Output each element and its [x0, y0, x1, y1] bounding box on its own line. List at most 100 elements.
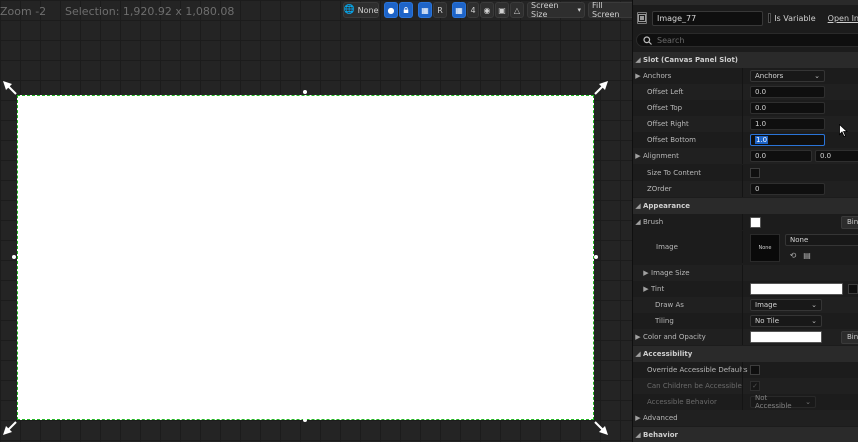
- anchor-bottom-left-icon[interactable]: [3, 421, 17, 435]
- image-button[interactable]: ▣: [495, 2, 509, 18]
- property-offset-left: Offset Left 0.0: [633, 84, 858, 100]
- image-tools: ⟲ ▤: [788, 250, 812, 260]
- alignment-x-input[interactable]: 0.0: [750, 150, 812, 162]
- respect-locks-toggle[interactable]: ●: [384, 2, 398, 18]
- image-icon: ▣: [498, 5, 506, 15]
- viewport-toolbar: 🌐 None ● ▦ R ▦ 4 ◉ ▣ △ Screen Size ▾ Fil…: [343, 1, 632, 19]
- chevron-right-icon[interactable]: ▶: [641, 285, 651, 293]
- brush-bind-button[interactable]: Bind: [841, 215, 858, 229]
- draw-as-dropdown[interactable]: Image ⌄: [750, 299, 822, 311]
- details-search-box[interactable]: [636, 33, 858, 47]
- anchor-top-right-icon[interactable]: [594, 81, 608, 95]
- tint-color-swatch[interactable]: [750, 283, 843, 295]
- is-variable-checkbox[interactable]: [768, 13, 772, 23]
- property-zorder: ZOrder 0: [633, 181, 858, 197]
- widget-name-input[interactable]: [652, 10, 763, 26]
- property-anchors: ▶ Anchors Anchors ⌄: [633, 68, 858, 84]
- property-offset-right: Offset Right 1.0: [633, 116, 858, 132]
- zorder-input[interactable]: 0: [750, 183, 825, 195]
- property-tint: ▶ Tint: [633, 281, 858, 297]
- grid-size-value[interactable]: 4: [467, 2, 479, 18]
- property-image: Image None None ⟲ ▤: [633, 231, 858, 263]
- property-draw-as: Draw As Image ⌄: [633, 297, 858, 313]
- localization-preview-button[interactable]: 🌐 None: [343, 2, 379, 18]
- open-in-link[interactable]: Open In: [828, 14, 858, 23]
- warning-icon: △: [513, 5, 521, 15]
- camera-button[interactable]: ◉: [480, 2, 494, 18]
- property-override-accessible: Override Accessible Defaults: [633, 362, 858, 378]
- circle-icon: ●: [387, 5, 395, 15]
- chevron-down-icon: ▾: [577, 6, 581, 14]
- reset-arrow-icon[interactable]: ⟲: [788, 250, 798, 260]
- section-slot[interactable]: ◢ Slot (Canvas Panel Slot): [633, 52, 858, 68]
- lock-icon: [403, 7, 409, 13]
- grid-snap-toggle[interactable]: ▦: [452, 2, 466, 18]
- resize-handle-bottom[interactable]: [303, 418, 307, 422]
- search-icon: [643, 35, 652, 45]
- color-bind-button[interactable]: Bind: [841, 330, 858, 344]
- chevron-down-icon[interactable]: ◢: [633, 218, 643, 226]
- grid-icon: ▦: [455, 5, 463, 15]
- chevron-down-icon: ◢: [635, 431, 641, 439]
- warning-button[interactable]: △: [510, 2, 524, 18]
- property-size-to-content: Size To Content: [633, 165, 858, 181]
- none-label: None: [357, 5, 379, 15]
- chevron-right-icon[interactable]: ▶: [633, 72, 643, 80]
- children-accessible-checkbox: ✓: [750, 381, 760, 391]
- camera-icon: ◉: [483, 5, 491, 15]
- details-tab-strip: [633, 0, 858, 5]
- chevron-right-icon[interactable]: ▶: [633, 333, 643, 341]
- color-opacity-swatch[interactable]: [750, 331, 822, 343]
- lock-toggle[interactable]: [399, 2, 413, 18]
- chevron-down-icon: ⌄: [811, 317, 817, 325]
- resize-handle-right[interactable]: [594, 255, 598, 259]
- screen-size-dropdown[interactable]: Screen Size ▾: [527, 1, 585, 19]
- is-variable-label: Is Variable: [774, 13, 816, 23]
- globe-icon: 🌐: [343, 5, 355, 15]
- section-appearance[interactable]: ◢ Appearance: [633, 198, 858, 214]
- layout-toggle[interactable]: ▦: [418, 2, 432, 18]
- grid-layout-icon: ▦: [421, 5, 429, 15]
- tint-extra-button[interactable]: [848, 284, 858, 294]
- property-tiling: Tiling No Tile ⌄: [633, 313, 858, 329]
- anchor-top-left-icon[interactable]: [3, 81, 17, 95]
- offset-top-input[interactable]: 0.0: [750, 102, 825, 114]
- property-accessible-behavior: Accessible Behavior Not Accessible ⌄: [633, 394, 858, 410]
- property-color-opacity: ▶ Color and Opacity Bind: [633, 329, 858, 345]
- offset-bottom-input[interactable]: 1.0: [750, 134, 825, 146]
- section-behavior[interactable]: ◢ Behavior: [633, 427, 858, 442]
- property-offset-top: Offset Top 0.0: [633, 100, 858, 116]
- offset-left-input[interactable]: 0.0: [750, 86, 825, 98]
- tiling-dropdown[interactable]: No Tile ⌄: [750, 315, 822, 327]
- designer-viewport[interactable]: Zoom -2 Selection: 1,920.92 x 1,080.08 🌐…: [0, 0, 632, 442]
- chevron-right-icon[interactable]: ▶: [633, 152, 643, 160]
- resize-handle-top[interactable]: [303, 90, 307, 94]
- selection-size-label: Selection: 1,920.92 x 1,080.08: [65, 5, 235, 18]
- offset-right-input[interactable]: 1.0: [750, 118, 825, 130]
- chevron-down-icon: ⌄: [814, 72, 820, 80]
- fill-screen-dropdown[interactable]: Fill Screen ▾: [588, 1, 632, 19]
- r-toggle[interactable]: R: [433, 2, 447, 18]
- property-alignment: ▶ Alignment 0.0 0.0: [633, 148, 858, 164]
- property-offset-bottom: Offset Bottom 1.0: [633, 132, 858, 148]
- size-to-content-checkbox[interactable]: [750, 168, 760, 178]
- section-accessibility[interactable]: ◢ Accessibility: [633, 346, 858, 362]
- chevron-down-icon: ◢: [635, 56, 641, 64]
- chevron-down-icon: ⌄: [805, 398, 811, 406]
- override-accessible-checkbox[interactable]: [750, 365, 760, 375]
- chevron-right-icon[interactable]: ▶: [633, 414, 643, 422]
- image-asset-dropdown[interactable]: None: [785, 234, 858, 246]
- browse-folder-icon[interactable]: ▤: [802, 250, 812, 260]
- search-input[interactable]: [657, 35, 847, 45]
- anchors-dropdown[interactable]: Anchors ⌄: [750, 70, 825, 82]
- r-label: R: [437, 5, 443, 15]
- brush-color-swatch[interactable]: [750, 216, 761, 228]
- anchor-bottom-right-icon[interactable]: [594, 421, 608, 435]
- image-widget-preview[interactable]: [17, 95, 594, 420]
- alignment-y-input[interactable]: 0.0: [815, 150, 858, 162]
- widget-name-row: Is Variable Open In: [633, 9, 858, 27]
- accessible-behavior-dropdown: Not Accessible ⌄: [750, 394, 816, 410]
- resize-handle-left[interactable]: [12, 255, 16, 259]
- chevron-right-icon[interactable]: ▶: [641, 269, 651, 277]
- image-thumbnail[interactable]: None: [750, 234, 780, 262]
